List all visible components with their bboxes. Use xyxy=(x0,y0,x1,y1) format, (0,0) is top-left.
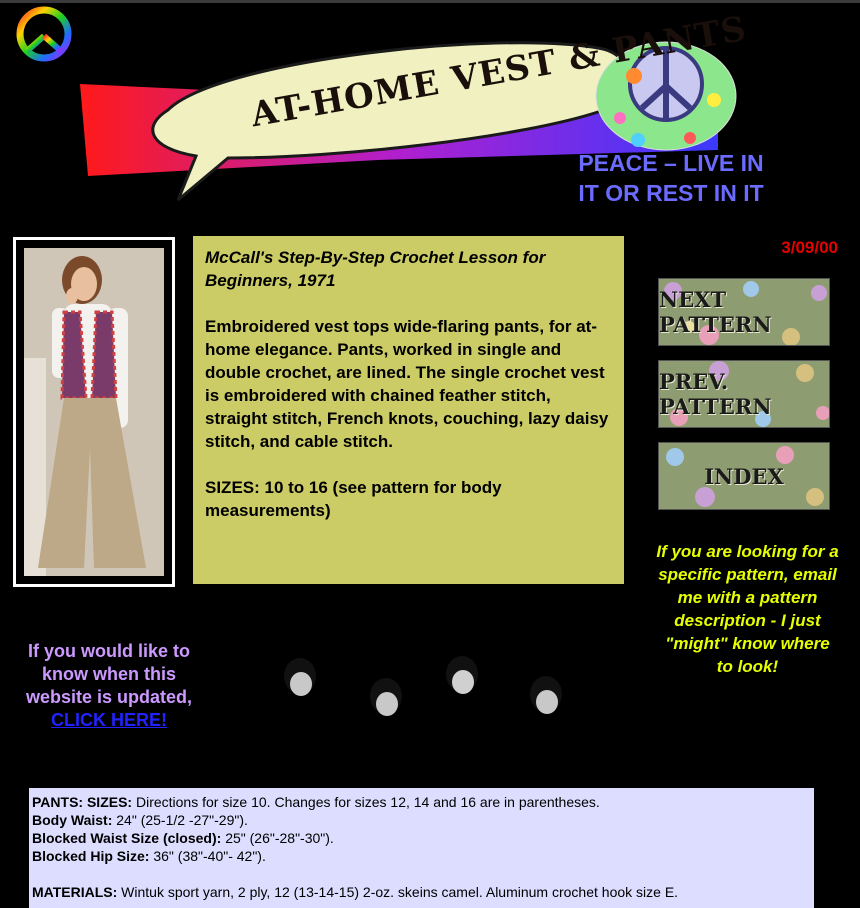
update-notice: If you would like to know when this webs… xyxy=(24,640,194,732)
next-pattern-label: NEXT PATTERN xyxy=(659,287,772,337)
model-photo xyxy=(13,237,175,587)
slogan-line-1: PEACE – LIVE IN xyxy=(578,150,764,176)
prev-pattern-button[interactable]: PREV. PATTERN xyxy=(658,360,830,428)
beatles-faces-image xyxy=(284,656,562,716)
next-pattern-button[interactable]: NEXT PATTERN xyxy=(658,278,830,346)
pattern-description: McCall's Step-By-Step Crochet Lesson for… xyxy=(193,236,624,584)
materials-box: PANTS: SIZES: Directions for size 10. Ch… xyxy=(29,788,814,908)
pants-sizes-line: PANTS: SIZES: Directions for size 10. Ch… xyxy=(32,794,600,810)
top-border xyxy=(0,0,860,3)
index-label: INDEX xyxy=(704,463,784,489)
click-here-link[interactable]: CLICK HERE! xyxy=(51,710,167,730)
body-waist-line: Body Waist: 24" (25-1/2 -27"-29"). xyxy=(32,812,248,828)
index-button[interactable]: INDEX xyxy=(658,442,830,510)
update-text: If you would like to know when this webs… xyxy=(25,641,193,707)
pattern-request-note: If you are looking for a specific patter… xyxy=(656,542,839,676)
description-body: Embroidered vest tops wide-flaring pants… xyxy=(205,317,609,451)
face-3-icon xyxy=(446,656,478,694)
blocked-waist-line: Blocked Waist Size (closed): 25" (26"-28… xyxy=(32,830,334,846)
slogan-line-2: IT OR REST IN IT xyxy=(578,180,764,206)
face-4-icon xyxy=(530,676,562,714)
face-1-icon xyxy=(284,658,316,696)
prev-pattern-label: PREV. PATTERN xyxy=(659,369,772,419)
sizes-text: SIZES: 10 to 16 (see pattern for body me… xyxy=(205,478,502,520)
materials-line: MATERIALS: Wintuk sport yarn, 2 ply, 12 … xyxy=(32,884,679,900)
model-figure-icon xyxy=(24,248,164,576)
peace-sign-logo-icon xyxy=(16,6,72,62)
face-2-icon xyxy=(370,678,402,716)
blocked-hip-line: Blocked Hip Size: 36" (38"-40"- 42"). xyxy=(32,848,266,864)
peace-slogan: PEACE – LIVE IN IT OR REST IN IT xyxy=(556,148,786,208)
book-title: McCall's Step-By-Step Crochet Lesson for… xyxy=(205,248,546,290)
update-date: 3/09/00 xyxy=(781,238,838,257)
